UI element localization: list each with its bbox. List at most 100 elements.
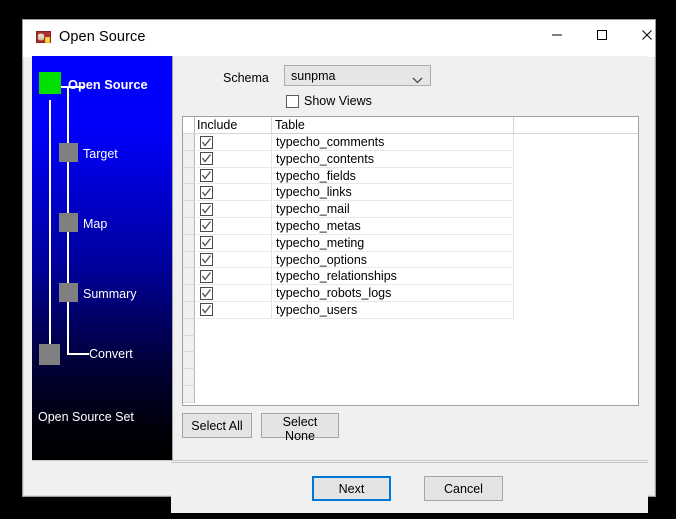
row-header-cell[interactable] (183, 234, 195, 252)
sidebar-step-marker-map[interactable] (59, 213, 78, 232)
dialog-content: Open Source Target Map Summary Convert O… (32, 56, 648, 461)
tables-grid[interactable]: Include Table typecho_comments typecho_co… (182, 116, 639, 406)
row-header-cell[interactable] (183, 335, 195, 353)
table-row-empty[interactable] (183, 369, 638, 386)
footer-divider (32, 460, 648, 461)
row-header-cell[interactable] (183, 251, 195, 269)
table-name-cell[interactable]: typecho_robots_logs (273, 285, 514, 302)
table-name-cell[interactable]: typecho_mail (273, 201, 514, 218)
table-name-cell[interactable]: typecho_contents (273, 150, 514, 168)
row-header-cell[interactable] (183, 385, 195, 403)
include-cell[interactable] (196, 217, 272, 235)
row-header-cell[interactable] (183, 167, 195, 185)
row-header-cell[interactable] (183, 285, 195, 302)
row-header-cell[interactable] (183, 201, 195, 218)
include-cell[interactable] (196, 167, 272, 185)
table-row[interactable]: typecho_meting (183, 234, 638, 252)
include-checkbox[interactable] (200, 269, 213, 283)
table-name-cell[interactable]: typecho_metas (273, 217, 514, 235)
row-header-cell[interactable] (183, 369, 195, 386)
include-checkbox[interactable] (200, 185, 213, 199)
next-button[interactable]: Next (312, 476, 391, 501)
table-row[interactable]: typecho_contents (183, 150, 638, 168)
sidebar-item-summary[interactable]: Summary (83, 287, 136, 301)
sidebar-status-text: Open Source Set (38, 410, 134, 424)
database-app-icon (35, 29, 53, 47)
main-panel: Schema sunpma Show Views Include Table t… (172, 56, 648, 461)
include-cell[interactable] (196, 251, 272, 269)
table-row[interactable]: typecho_users (183, 301, 638, 319)
sidebar-step-marker-open-source[interactable] (39, 72, 61, 94)
include-checkbox[interactable] (200, 303, 213, 317)
wizard-sidebar: Open Source Target Map Summary Convert O… (32, 56, 172, 461)
show-views-checkbox-box[interactable] (286, 94, 299, 108)
include-cell[interactable] (196, 268, 272, 286)
tables-grid-header: Include Table (183, 117, 638, 134)
table-row[interactable]: typecho_options (183, 251, 638, 269)
row-header-cell[interactable] (183, 268, 195, 286)
include-cell[interactable] (196, 134, 272, 151)
sidebar-step-marker-summary[interactable] (59, 283, 78, 302)
row-header-cell[interactable] (183, 217, 195, 235)
table-row-empty[interactable] (183, 385, 638, 403)
include-checkbox[interactable] (200, 152, 213, 166)
table-row[interactable]: typecho_mail (183, 201, 638, 218)
column-header-include[interactable]: Include (197, 118, 237, 132)
table-row-empty[interactable] (183, 318, 638, 336)
maximize-icon[interactable] (579, 20, 624, 50)
row-header-cell[interactable] (183, 184, 195, 202)
sidebar-step-marker-target[interactable] (59, 143, 78, 162)
table-row[interactable]: typecho_metas (183, 217, 638, 235)
include-cell[interactable] (196, 301, 272, 319)
include-checkbox[interactable] (200, 202, 213, 216)
table-name-cell[interactable]: typecho_options (273, 251, 514, 269)
include-cell[interactable] (196, 150, 272, 168)
include-cell[interactable] (196, 285, 272, 302)
sidebar-item-convert[interactable]: Convert (89, 347, 133, 361)
show-views-checkbox[interactable]: Show Views (286, 92, 372, 110)
table-row-empty[interactable] (183, 352, 638, 370)
sidebar-item-open-source[interactable]: Open Source (68, 77, 148, 92)
close-icon[interactable] (624, 20, 669, 50)
table-row-empty[interactable] (183, 335, 638, 353)
include-checkbox[interactable] (200, 219, 213, 233)
table-row[interactable]: typecho_robots_logs (183, 285, 638, 302)
table-name-cell[interactable]: typecho_meting (273, 234, 514, 252)
title-bar: Open Source (23, 20, 655, 57)
row-header-cell[interactable] (183, 318, 195, 336)
sidebar-item-target[interactable]: Target (83, 147, 118, 161)
cancel-button[interactable]: Cancel (424, 476, 503, 501)
column-header-table[interactable]: Table (275, 118, 305, 132)
include-checkbox[interactable] (200, 236, 213, 250)
sidebar-item-map[interactable]: Map (83, 217, 107, 231)
grid-corner-cell (183, 117, 195, 133)
include-checkbox[interactable] (200, 169, 213, 183)
row-header-cell[interactable] (183, 134, 195, 151)
include-cell[interactable] (196, 234, 272, 252)
row-header-cell[interactable] (183, 352, 195, 370)
select-all-button[interactable]: Select All (182, 413, 252, 438)
include-checkbox[interactable] (200, 135, 213, 149)
tables-grid-body: typecho_comments typecho_contents typecho_… (183, 134, 638, 405)
include-cell[interactable] (196, 184, 272, 202)
sidebar-step-marker-convert[interactable] (39, 344, 60, 365)
table-row[interactable]: typecho_links (183, 184, 638, 202)
table-row[interactable]: typecho_fields (183, 167, 638, 185)
table-name-cell[interactable]: typecho_users (273, 301, 514, 319)
row-header-cell[interactable] (183, 301, 195, 319)
table-row[interactable]: typecho_relationships (183, 268, 638, 286)
table-name-cell[interactable]: typecho_links (273, 184, 514, 202)
table-name-cell[interactable]: typecho_fields (273, 167, 514, 185)
dialog-window: Open Source Open Source Target Map Summa… (22, 19, 656, 513)
row-header-cell[interactable] (183, 150, 195, 168)
include-checkbox[interactable] (200, 253, 213, 267)
select-none-button[interactable]: Select None (261, 413, 339, 443)
include-checkbox[interactable] (200, 286, 213, 300)
include-cell[interactable] (196, 201, 272, 218)
table-name-cell[interactable]: typecho_relationships (273, 268, 514, 286)
column-divider (513, 117, 514, 133)
table-row[interactable]: typecho_comments (183, 134, 638, 151)
minimize-icon[interactable] (534, 20, 579, 50)
schema-select[interactable]: sunpma (284, 65, 431, 86)
table-name-cell[interactable]: typecho_comments (273, 134, 514, 151)
